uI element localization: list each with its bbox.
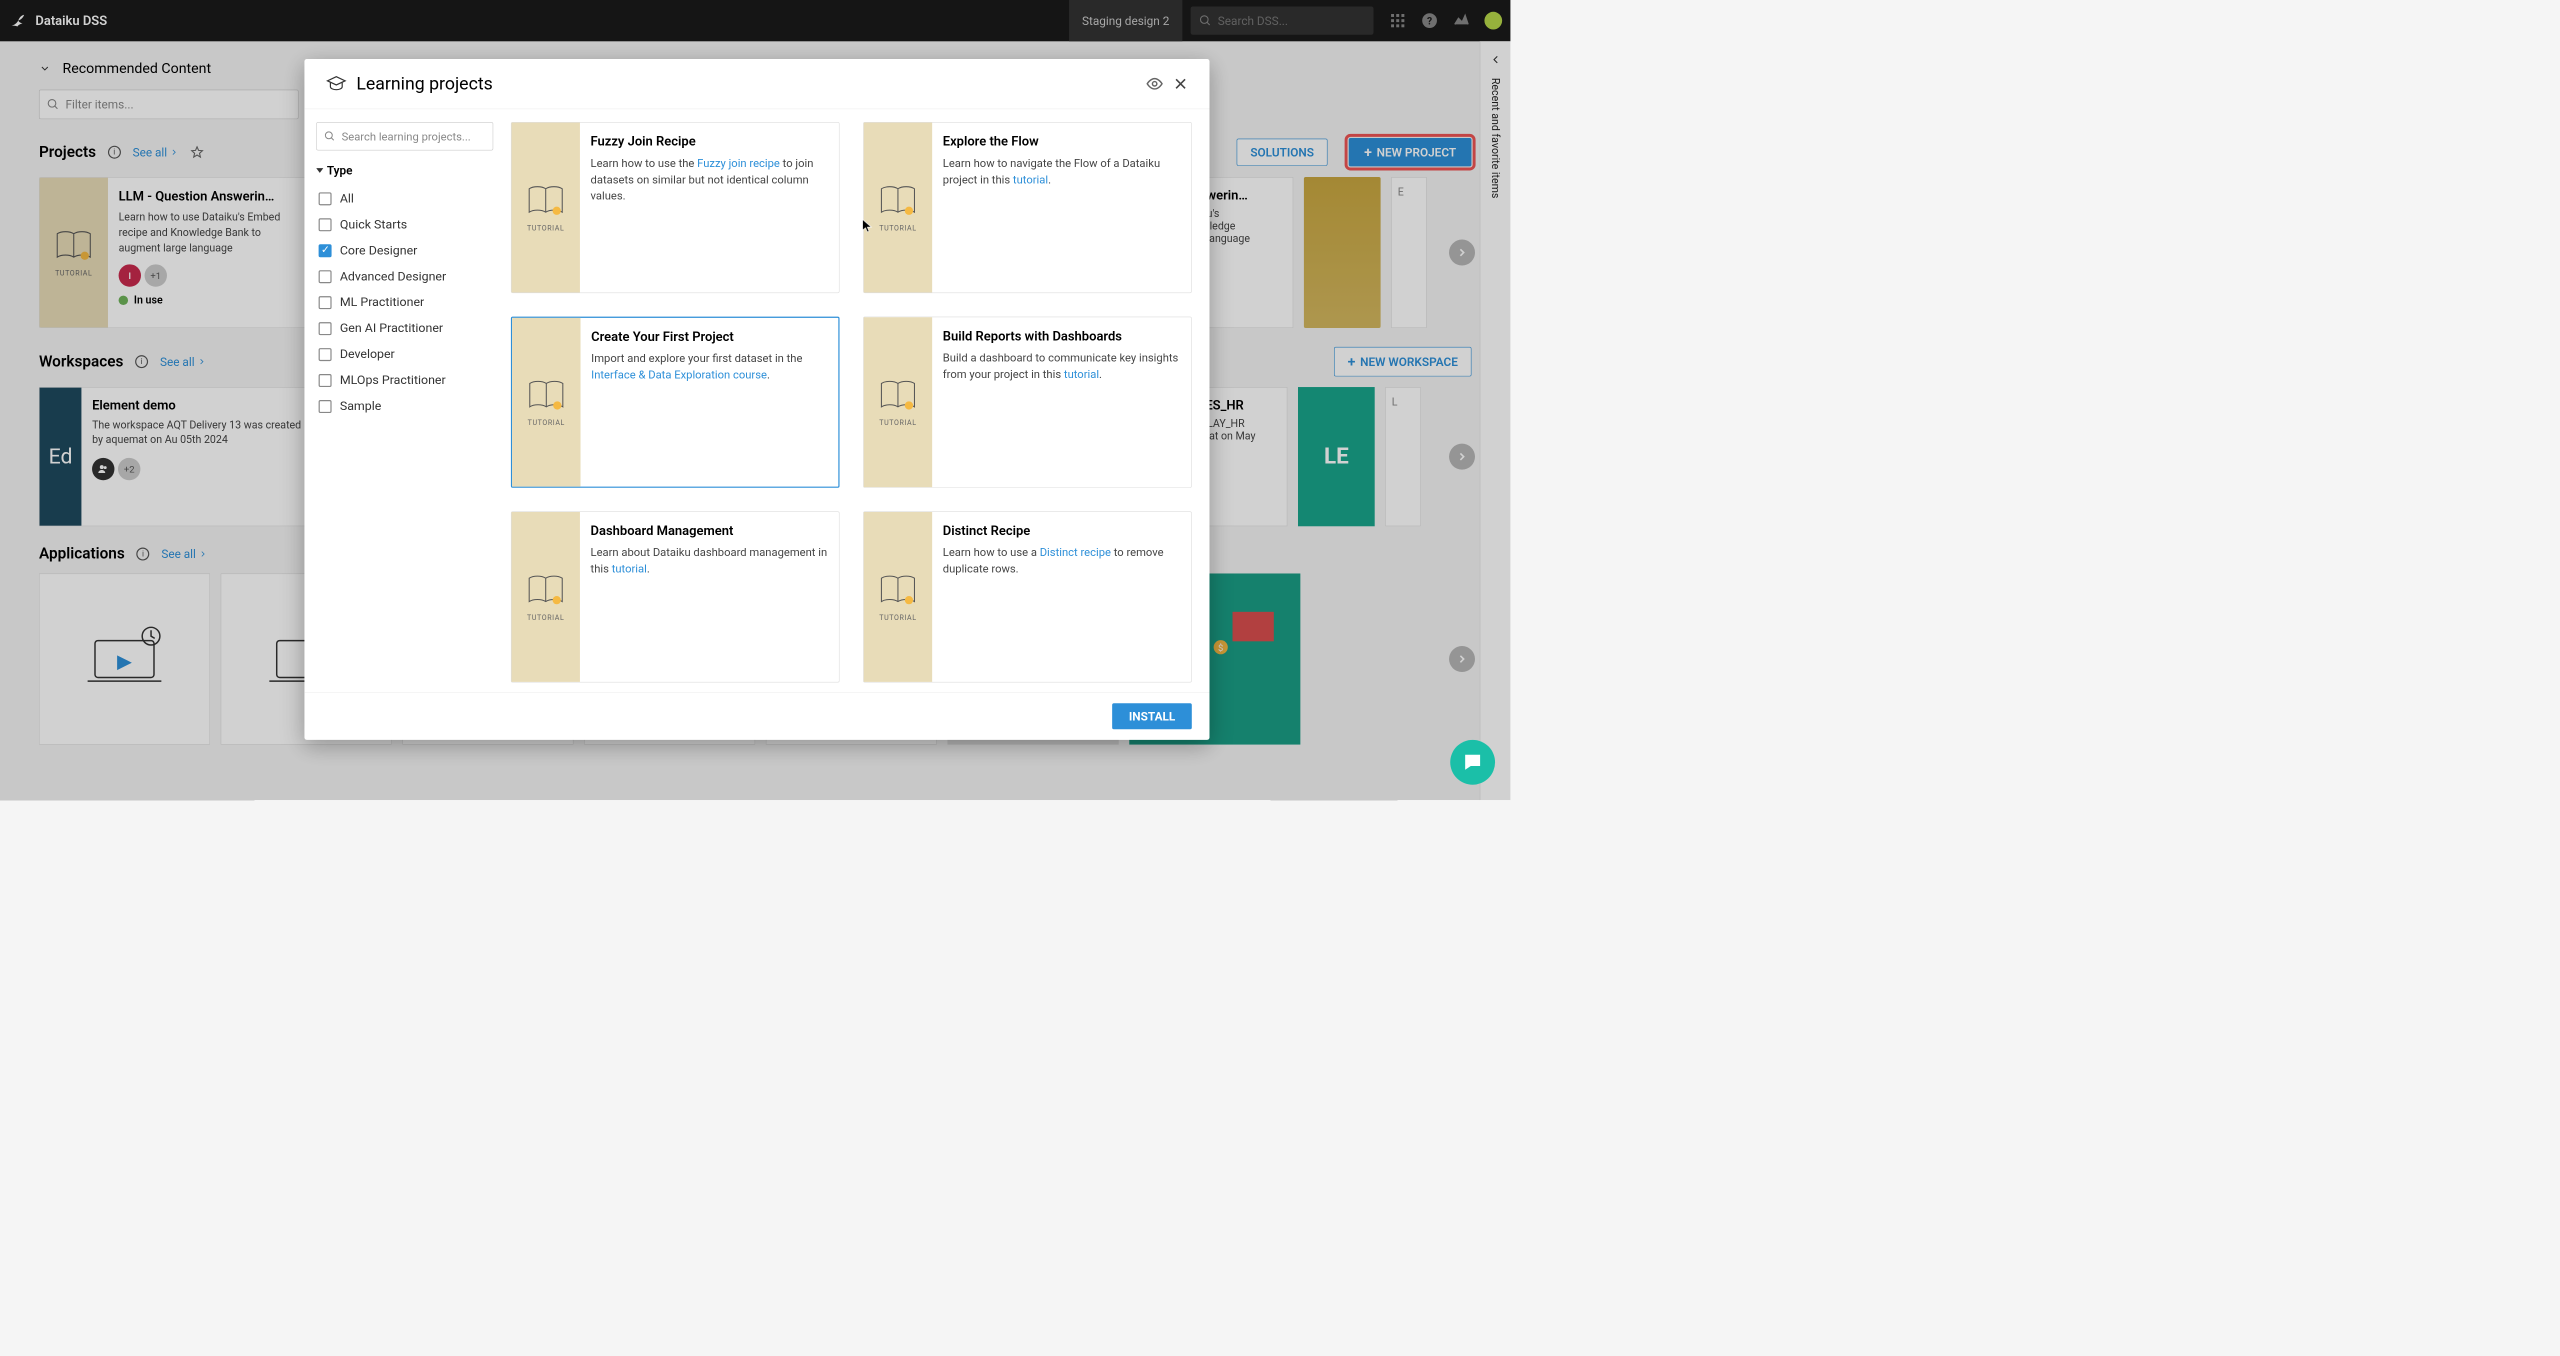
filter-quick-starts[interactable]: Quick Starts [316,212,493,238]
lp-desc: Build a dashboard to communicate key ins… [943,350,1181,383]
lp-desc: Import and explore your first dataset in… [591,350,828,383]
learning-project-card[interactable]: TUTORIAL Fuzzy Join Recipe Learn how to us… [511,122,840,293]
lp-desc: Learn how to use a Distinct recipe to re… [943,545,1181,578]
graduation-cap-icon [326,73,347,94]
lp-link[interactable]: Fuzzy join recipe [697,156,780,170]
filter-label: Gen AI Practitioner [340,322,443,336]
learning-project-card[interactable]: TUTORIAL Dashboard Management Learn about … [511,512,840,683]
tutorial-thumb: TUTORIAL [512,318,580,487]
lp-link[interactable]: Distinct recipe [1040,546,1111,560]
type-filter-header[interactable]: Type [316,163,493,177]
tutorial-thumb: TUTORIAL [512,512,580,682]
lp-desc: Learn how to use the Fuzzy join recipe t… [591,155,829,204]
lp-title: Create Your First Project [591,330,828,345]
lp-link[interactable]: tutorial [612,562,647,576]
modal-sidebar: Search learning projects... Type All Quic… [304,109,505,692]
filter-label: Sample [340,399,382,413]
book-icon [526,378,567,413]
book-icon [877,183,918,218]
checkbox[interactable] [319,348,332,361]
learning-project-card[interactable]: TUTORIAL Explore the Flow Learn how to nav… [863,122,1192,293]
lp-link[interactable]: Interface & Data Exploration course [591,368,767,382]
preview-icon[interactable] [1146,75,1164,93]
learning-projects-grid: TUTORIAL Fuzzy Join Recipe Learn how to us… [505,109,1209,692]
filter-all[interactable]: All [316,186,493,212]
chat-icon [1461,751,1483,773]
checkbox[interactable] [319,270,332,283]
lp-title: Fuzzy Join Recipe [591,135,829,150]
checkbox[interactable] [319,192,332,205]
checkbox[interactable] [319,374,332,387]
filter-label: Advanced Designer [340,270,446,284]
search-icon [324,130,336,142]
install-button[interactable]: INSTALL [1112,703,1191,729]
lp-desc: Learn how to navigate the Flow of a Data… [943,155,1181,188]
tutorial-thumb: TUTORIAL [864,317,932,487]
lp-title: Explore the Flow [943,135,1181,150]
lp-title: Dashboard Management [591,524,829,539]
lp-desc: Learn about Dataiku dashboard management… [591,545,829,578]
learning-project-card[interactable]: TUTORIAL Distinct Recipe Learn how to use … [863,512,1192,683]
chat-fab[interactable] [1450,740,1495,785]
checkbox[interactable] [319,296,332,309]
filter-sample[interactable]: Sample [316,394,493,420]
filter-label: Quick Starts [340,218,407,232]
lp-link[interactable]: tutorial [1013,173,1048,187]
filter-core-designer[interactable]: Core Designer [316,238,493,264]
learning-project-card[interactable]: TUTORIAL Build Reports with Dashboards Bui… [863,317,1192,488]
lp-title: Distinct Recipe [943,524,1181,539]
learning-search-input[interactable]: Search learning projects... [316,122,493,150]
filter-label: MLOps Practitioner [340,373,446,387]
mouse-cursor [861,218,873,233]
tutorial-thumb: TUTORIAL [512,123,580,293]
modal-title: Learning projects [356,73,492,94]
close-icon[interactable] [1173,76,1188,91]
filter-ml-practitioner[interactable]: ML Practitioner [316,290,493,316]
lp-title: Build Reports with Dashboards [943,329,1181,344]
tutorial-thumb: TUTORIAL [864,512,932,682]
tutorial-thumb: TUTORIAL [864,123,932,293]
checkbox[interactable] [319,322,332,335]
filter-label: All [340,192,354,206]
filter-label: ML Practitioner [340,296,424,310]
filter-mlops-practitioner[interactable]: MLOps Practitioner [316,368,493,394]
book-icon [525,183,566,218]
checkbox[interactable] [319,400,332,413]
learning-projects-modal: Learning projects Search learning projec… [304,59,1209,740]
book-icon [877,572,918,607]
book-icon [525,572,566,607]
filter-gen-ai-practitioner[interactable]: Gen AI Practitioner [316,316,493,342]
checkbox[interactable] [319,244,332,257]
book-icon [877,378,918,413]
lp-link[interactable]: tutorial [1064,367,1099,381]
filter-label: Core Designer [340,244,418,258]
filter-developer[interactable]: Developer [316,342,493,368]
filter-label: Developer [340,348,395,362]
checkbox[interactable] [319,218,332,231]
filter-advanced-designer[interactable]: Advanced Designer [316,264,493,290]
learning-project-card[interactable]: TUTORIAL Create Your First Project Import … [511,317,840,488]
